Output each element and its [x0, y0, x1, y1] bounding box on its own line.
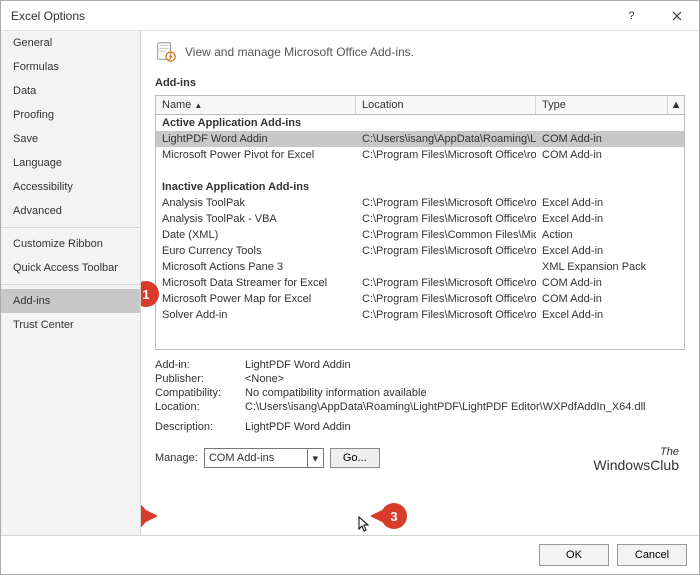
detail-location: C:\Users\isang\AppData\Roaming\LightPDF\…	[245, 401, 685, 413]
window-title: Excel Options	[11, 9, 609, 23]
excel-options-dialog: Excel Options ? General Formulas Data Pr…	[0, 0, 700, 575]
table-row[interactable]: Microsoft Actions Pane 3XML Expansion Pa…	[156, 259, 684, 275]
header-text: View and manage Microsoft Office Add-ins…	[185, 45, 414, 59]
sidebar-item-advanced[interactable]: Advanced	[1, 199, 140, 223]
table-row[interactable]: Date (XML)C:\Program Files\Common Files\…	[156, 227, 684, 243]
sidebar-item-formulas[interactable]: Formulas	[1, 55, 140, 79]
close-icon	[672, 11, 682, 21]
group-active: Active Application Add-ins	[156, 116, 356, 130]
detail-compat: No compatibility information available	[245, 387, 685, 399]
go-button[interactable]: Go...	[330, 448, 380, 468]
table-row[interactable]: Microsoft Power Pivot for Excel C:\Progr…	[156, 147, 684, 163]
sidebar-item-save[interactable]: Save	[1, 127, 140, 151]
sidebar-item-data[interactable]: Data	[1, 79, 140, 103]
column-name[interactable]: Name▲	[156, 96, 356, 114]
detail-description: LightPDF Word Addin	[245, 421, 685, 433]
table-row[interactable]: Euro Currency ToolsC:\Program Files\Micr…	[156, 243, 684, 259]
manage-value: COM Add-ins	[209, 452, 274, 464]
sidebar-item-language[interactable]: Language	[1, 151, 140, 175]
cancel-button[interactable]: Cancel	[617, 544, 687, 566]
sidebar-item-proofing[interactable]: Proofing	[1, 103, 140, 127]
scroll-up-icon[interactable]: ▲	[668, 96, 684, 114]
table-row[interactable]: LightPDF Word Addin C:\Users\isang\AppDa…	[156, 131, 684, 147]
sidebar: General Formulas Data Proofing Save Lang…	[1, 31, 141, 535]
manage-select[interactable]: COM Add-ins ▾	[204, 448, 324, 468]
sidebar-item-general[interactable]: General	[1, 31, 140, 55]
table-header: Name▲ Location Type ▲	[156, 96, 684, 115]
ok-button[interactable]: OK	[539, 544, 609, 566]
sidebar-item-accessibility[interactable]: Accessibility	[1, 175, 140, 199]
content-pane: View and manage Microsoft Office Add-ins…	[141, 31, 699, 535]
detail-addin: LightPDF Word Addin	[245, 359, 685, 371]
sidebar-item-customize-ribbon[interactable]: Customize Ribbon	[1, 232, 140, 256]
detail-label-addin: Add-in:	[155, 359, 245, 371]
sidebar-item-trust-center[interactable]: Trust Center	[1, 313, 140, 337]
column-location[interactable]: Location	[356, 96, 536, 114]
detail-publisher: <None>	[245, 373, 685, 385]
group-inactive: Inactive Application Add-ins	[156, 180, 356, 194]
help-button[interactable]: ?	[609, 1, 654, 31]
table-body[interactable]: Active Application Add-ins LightPDF Word…	[156, 115, 684, 349]
detail-label-location: Location:	[155, 401, 245, 413]
table-row[interactable]: Analysis ToolPakC:\Program Files\Microso…	[156, 195, 684, 211]
sort-asc-icon: ▲	[194, 101, 202, 110]
section-title: Add-ins	[155, 77, 685, 89]
chevron-down-icon: ▾	[307, 449, 323, 467]
sidebar-divider	[1, 284, 140, 285]
detail-label-description: Description:	[155, 421, 245, 433]
watermark: The WindowsClub	[593, 446, 679, 473]
sidebar-divider	[1, 227, 140, 228]
callout-3: 3	[381, 503, 407, 529]
detail-label-compat: Compatibility:	[155, 387, 245, 399]
table-row[interactable]: Microsoft Power Map for ExcelC:\Program …	[156, 291, 684, 307]
dialog-footer: OK Cancel	[1, 535, 699, 574]
addins-icon	[155, 41, 177, 63]
titlebar: Excel Options ?	[1, 1, 699, 31]
close-button[interactable]	[654, 1, 699, 31]
sidebar-item-addins[interactable]: Add-ins	[1, 289, 140, 313]
manage-label: Manage:	[155, 452, 198, 464]
table-row[interactable]: Microsoft Data Streamer for ExcelC:\Prog…	[156, 275, 684, 291]
sidebar-item-quick-access[interactable]: Quick Access Toolbar	[1, 256, 140, 280]
addin-details: Add-in:LightPDF Word Addin Publisher:<No…	[155, 358, 685, 434]
callout-2: 2	[141, 503, 147, 529]
table-row[interactable]: Solver Add-inC:\Program Files\Microsoft …	[156, 307, 684, 323]
column-type[interactable]: Type	[536, 96, 668, 114]
addins-table: Name▲ Location Type ▲ Active Application…	[155, 95, 685, 350]
table-row[interactable]: Analysis ToolPak - VBAC:\Program Files\M…	[156, 211, 684, 227]
detail-label-publisher: Publisher:	[155, 373, 245, 385]
